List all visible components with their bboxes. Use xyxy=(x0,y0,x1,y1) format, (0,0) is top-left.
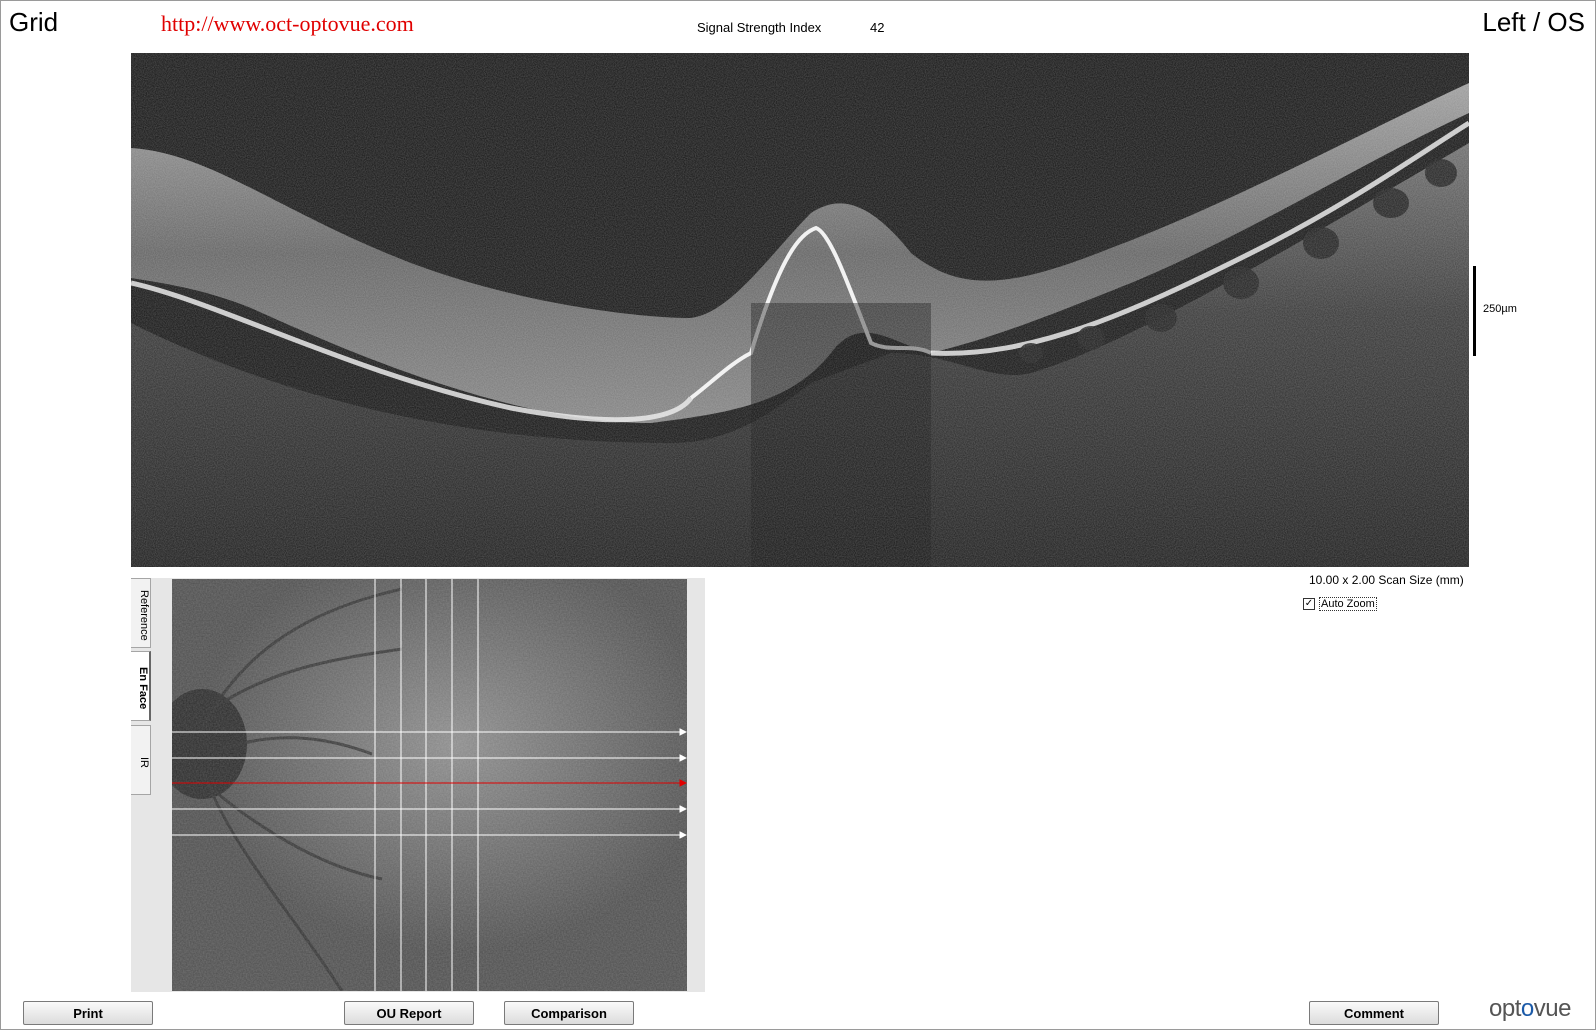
tab-reference[interactable]: Reference xyxy=(131,578,151,648)
website-link[interactable]: http://www.oct-optovue.com xyxy=(161,11,414,37)
scale-bar xyxy=(1473,266,1476,356)
auto-zoom-label[interactable]: Auto Zoom xyxy=(1319,597,1377,611)
scan-size-label: 10.00 x 2.00 Scan Size (mm) xyxy=(1309,573,1464,587)
enface-fundus-image[interactable] xyxy=(172,579,687,991)
tab-en-face[interactable]: En Face xyxy=(131,651,151,721)
scale-label: 250µm xyxy=(1483,303,1517,315)
signal-strength-value: 42 xyxy=(870,20,885,35)
tab-ir[interactable]: IR xyxy=(131,725,151,795)
comment-button[interactable]: Comment xyxy=(1309,1001,1439,1025)
mode-title: Grid xyxy=(9,7,59,37)
eye-label: Left / OS xyxy=(1482,7,1585,37)
ou-report-button[interactable]: OU Report xyxy=(344,1001,474,1025)
signal-strength-label: Signal Strength Index xyxy=(697,20,822,35)
oct-bscan-image xyxy=(131,53,1469,567)
optovue-logo: optovue xyxy=(1489,995,1571,1022)
checkbox-checked-icon[interactable]: ✓ xyxy=(1303,598,1315,610)
comparison-button[interactable]: Comparison xyxy=(504,1001,634,1025)
auto-zoom-checkbox[interactable]: ✓ Auto Zoom xyxy=(1303,597,1377,611)
print-button[interactable]: Print xyxy=(23,1001,153,1025)
